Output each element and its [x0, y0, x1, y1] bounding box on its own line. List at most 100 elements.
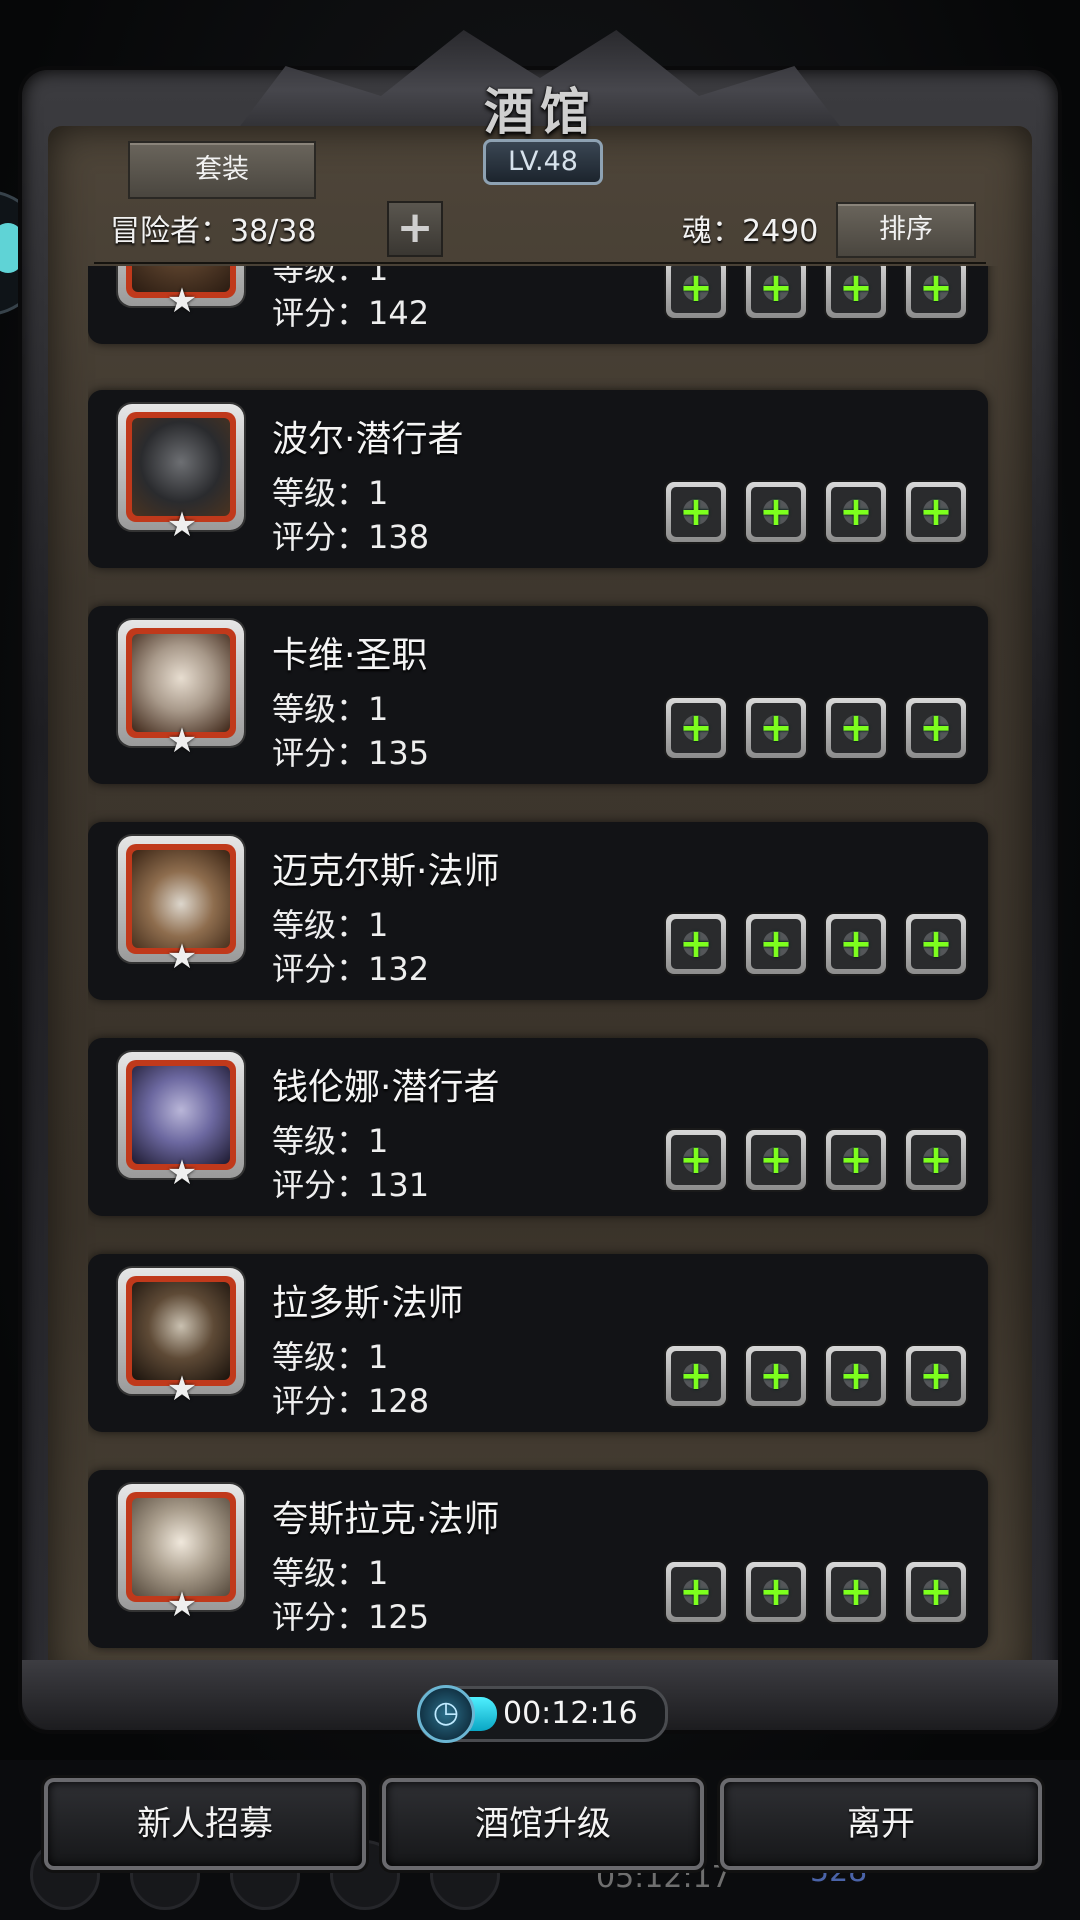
plus-icon: + — [679, 266, 713, 311]
armor-slot[interactable]: + — [746, 1562, 806, 1622]
weapon-slot[interactable]: + — [666, 482, 726, 542]
armor-slot[interactable]: + — [746, 1346, 806, 1406]
hero-score: 评分：142 — [272, 294, 430, 332]
hero-portrait[interactable]: ★ — [118, 620, 244, 758]
plus-icon: + — [919, 1353, 953, 1399]
star-icon: ★ — [166, 1153, 198, 1193]
plus-icon: + — [679, 489, 713, 535]
hero-card[interactable]: ★ 钱伦娜·潜行者 等级：1 评分：131 + + + + — [88, 1038, 988, 1216]
ring-slot[interactable]: + — [906, 482, 966, 542]
plus-icon: + — [759, 921, 793, 967]
timer-text: 00:12:16 — [503, 1696, 638, 1731]
upgrade-tavern-button[interactable]: 酒馆升级 — [382, 1778, 704, 1870]
ring-slot[interactable]: + — [906, 1562, 966, 1622]
plus-icon: + — [839, 266, 873, 311]
star-icon: ★ — [166, 721, 198, 761]
plus-icon: + — [839, 1137, 873, 1183]
ring-slot[interactable]: + — [906, 698, 966, 758]
page-title: 酒馆 — [484, 82, 596, 141]
accessory-slot[interactable]: + — [826, 266, 886, 318]
hero-level: 等级：1 — [272, 474, 389, 512]
plus-icon: + — [919, 266, 953, 311]
ring-slot[interactable]: + — [906, 914, 966, 974]
plus-icon: + — [759, 1137, 793, 1183]
plus-icon: + — [759, 1353, 793, 1399]
ring-slot[interactable]: + — [906, 266, 966, 318]
refresh-timer: ◷ 00:12:16 — [417, 1685, 668, 1743]
hero-card[interactable]: ★ 等级：1 评分：142 + + + + — [88, 266, 988, 344]
accessory-slot[interactable]: + — [826, 1130, 886, 1190]
hero-level: 等级：1 — [272, 690, 389, 728]
tavern-level-badge: LV.48 — [483, 139, 603, 185]
soul-count: 魂：2490 — [682, 214, 819, 249]
plus-icon: + — [919, 1137, 953, 1183]
ring-slot[interactable]: + — [906, 1346, 966, 1406]
weapon-slot[interactable]: + — [666, 698, 726, 758]
hero-score: 评分：131 — [272, 1166, 430, 1204]
armor-slot[interactable]: + — [746, 1130, 806, 1190]
star-icon: ★ — [166, 1585, 198, 1625]
plus-icon: + — [679, 1353, 713, 1399]
star-icon: ★ — [166, 1369, 198, 1409]
plus-icon: + — [759, 489, 793, 535]
weapon-slot[interactable]: + — [666, 1130, 726, 1190]
plus-icon: + — [759, 705, 793, 751]
hero-portrait[interactable]: ★ — [118, 1484, 244, 1622]
armor-slot[interactable]: + — [746, 914, 806, 974]
sort-button[interactable]: 排序 — [836, 202, 976, 258]
hero-score: 评分：135 — [272, 734, 430, 772]
hero-list[interactable]: ★ 等级：1 评分：142 + + + + ★ 波尔·潜行者 等级：1 评分：1… — [88, 266, 998, 1656]
set-button[interactable]: 套装 — [128, 141, 316, 199]
hero-name: 迈克尔斯·法师 — [272, 851, 500, 892]
accessory-slot[interactable]: + — [826, 698, 886, 758]
hero-score: 评分：138 — [272, 518, 430, 556]
hero-level: 等级：1 — [272, 906, 389, 944]
add-adventurer-button[interactable]: + — [387, 201, 443, 257]
hero-card[interactable]: ★ 迈克尔斯·法师 等级：1 评分：132 + + + + — [88, 822, 988, 1000]
weapon-slot[interactable]: + — [666, 914, 726, 974]
weapon-slot[interactable]: + — [666, 1562, 726, 1622]
plus-icon: + — [759, 266, 793, 311]
clock-icon: ◷ — [417, 1685, 475, 1743]
plus-icon: + — [839, 1569, 873, 1615]
leave-button[interactable]: 离开 — [720, 1778, 1042, 1870]
armor-slot[interactable]: + — [746, 698, 806, 758]
hero-level: 等级：1 — [272, 1122, 389, 1160]
weapon-slot[interactable]: + — [666, 1346, 726, 1406]
hero-name: 波尔·潜行者 — [272, 419, 464, 460]
plus-icon: + — [679, 705, 713, 751]
hero-portrait[interactable]: ★ — [118, 1268, 244, 1406]
hero-card[interactable]: ★ 卡维·圣职 等级：1 评分：135 + + + + — [88, 606, 988, 784]
plus-icon: + — [679, 1137, 713, 1183]
accessory-slot[interactable]: + — [826, 914, 886, 974]
hero-level: 等级：1 — [272, 1554, 389, 1592]
accessory-slot[interactable]: + — [826, 482, 886, 542]
accessory-slot[interactable]: + — [826, 1346, 886, 1406]
hero-score: 评分：125 — [272, 1598, 430, 1636]
star-icon: ★ — [166, 281, 198, 321]
hero-card[interactable]: ★ 夸斯拉克·法师 等级：1 评分：125 + + + + — [88, 1470, 988, 1648]
hero-level: 等级：1 — [272, 1338, 389, 1376]
hero-card[interactable]: ★ 拉多斯·法师 等级：1 评分：128 + + + + — [88, 1254, 988, 1432]
armor-slot[interactable]: + — [746, 266, 806, 318]
hero-card[interactable]: ★ 波尔·潜行者 等级：1 评分：138 + + + + — [88, 390, 988, 568]
ring-slot[interactable]: + — [906, 1130, 966, 1190]
weapon-slot[interactable]: + — [666, 266, 726, 318]
plus-icon: + — [759, 1569, 793, 1615]
plus-icon: + — [919, 921, 953, 967]
plus-icon: + — [679, 921, 713, 967]
plus-icon: + — [679, 1569, 713, 1615]
hero-portrait[interactable]: ★ — [118, 266, 244, 318]
hero-portrait[interactable]: ★ — [118, 404, 244, 542]
hero-portrait[interactable]: ★ — [118, 1052, 244, 1190]
hero-portrait[interactable]: ★ — [118, 836, 244, 974]
hero-name: 卡维·圣职 — [272, 635, 428, 676]
plus-icon: + — [839, 705, 873, 751]
adventurer-count: 冒险者：38/38 — [110, 214, 317, 249]
recruit-button[interactable]: 新人招募 — [44, 1778, 366, 1870]
hero-level: 等级：1 — [272, 266, 389, 288]
armor-slot[interactable]: + — [746, 482, 806, 542]
plus-icon: + — [919, 489, 953, 535]
star-icon: ★ — [166, 505, 198, 545]
accessory-slot[interactable]: + — [826, 1562, 886, 1622]
